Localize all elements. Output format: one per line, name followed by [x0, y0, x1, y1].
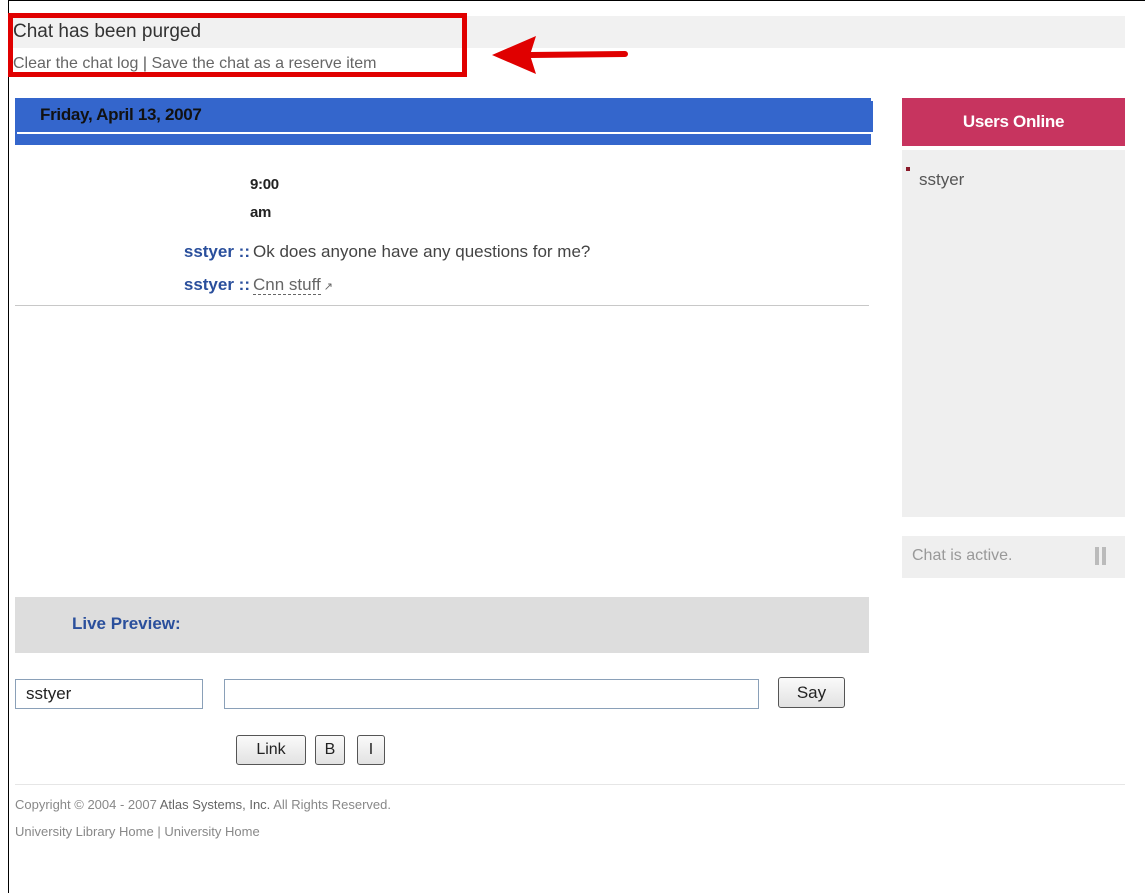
- external-link-icon: ↗: [323, 281, 333, 293]
- bold-button[interactable]: B: [315, 735, 345, 765]
- copyright-prefix: Copyright © 2004 - 2007: [15, 797, 157, 812]
- chat-message: sstyer :: Cnn stuff ↗: [15, 275, 715, 301]
- chat-message: sstyer :: Ok does anyone have any questi…: [15, 242, 715, 268]
- live-preview-label: Live Preview:: [72, 614, 181, 633]
- footer-links: University Library Home | University Hom…: [15, 824, 260, 839]
- link-button[interactable]: Link: [236, 735, 306, 765]
- message-input[interactable]: [224, 679, 759, 709]
- message-text: Ok does anyone have any questions for me…: [253, 242, 591, 261]
- message-link[interactable]: Cnn stuff: [253, 275, 321, 295]
- copyright-text: Copyright © 2004 - 2007 Atlas Systems, I…: [15, 797, 391, 812]
- say-button[interactable]: Say: [778, 677, 845, 708]
- timestamp-hour: 9:00: [250, 176, 279, 193]
- chat-divider: [15, 305, 869, 306]
- pause-icon[interactable]: [1094, 547, 1108, 565]
- frame-top-border: [8, 0, 1145, 1]
- timestamp-period: am: [250, 204, 272, 221]
- university-library-home-link[interactable]: University Library Home: [15, 824, 154, 839]
- university-home-link[interactable]: University Home: [164, 824, 259, 839]
- name-input[interactable]: [15, 679, 203, 709]
- copyright-suffix: All Rights Reserved.: [273, 797, 391, 812]
- footer-divider: [15, 784, 1125, 785]
- bullet-icon: [906, 167, 910, 171]
- message-username: sstyer ::: [183, 275, 250, 294]
- footer-separator: |: [157, 824, 161, 839]
- users-online-panel: [902, 150, 1125, 517]
- red-arrow-icon: [492, 36, 628, 74]
- online-user: sstyer: [919, 170, 965, 189]
- frame-left-border: [8, 0, 9, 893]
- users-online-header: Users Online: [902, 98, 1125, 146]
- message-username: sstyer ::: [183, 242, 250, 261]
- chat-status-text: Chat is active.: [912, 547, 1013, 564]
- highlight-box: [8, 13, 467, 77]
- chat-timestamp: 9:00 am: [250, 171, 279, 227]
- chat-date: Friday, April 13, 2007: [40, 105, 202, 124]
- message-text: Cnn stuff ↗: [253, 275, 333, 295]
- company-name: Atlas Systems, Inc.: [159, 797, 271, 812]
- italic-button[interactable]: I: [357, 735, 385, 765]
